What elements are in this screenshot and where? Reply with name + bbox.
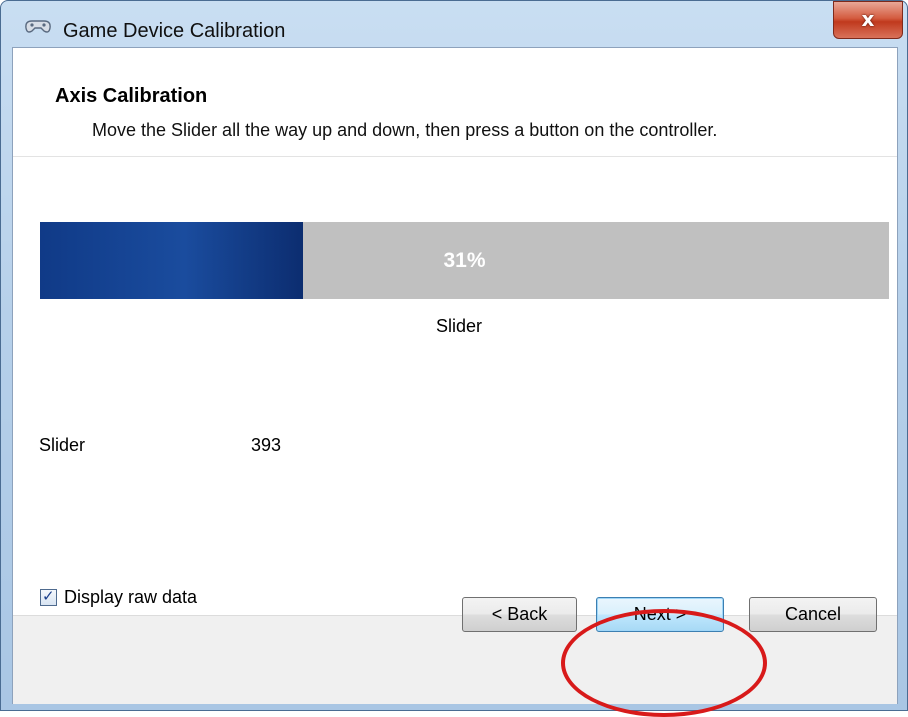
raw-data-value: 393 bbox=[251, 435, 282, 455]
checkmark-icon: ✓ bbox=[42, 587, 55, 605]
close-button[interactable]: x bbox=[833, 1, 903, 39]
calibration-progress-bar: 31% bbox=[40, 222, 889, 299]
instruction-text: Move the Slider all the way up and down,… bbox=[92, 120, 718, 140]
axis-name-label: Slider bbox=[435, 316, 483, 336]
page-title: Axis Calibration bbox=[55, 85, 208, 107]
progress-percent: 31% bbox=[443, 249, 486, 272]
title-bar[interactable]: Game Device Calibration x bbox=[1, 1, 907, 47]
wizard-header: Axis Calibration Move the Slider all the… bbox=[13, 48, 897, 157]
window-title: Game Device Calibration bbox=[63, 20, 286, 42]
close-icon: x bbox=[861, 7, 875, 31]
back-button[interactable]: < Back bbox=[462, 597, 577, 632]
display-raw-data-label[interactable]: Display raw data bbox=[64, 587, 197, 608]
display-raw-data-checkbox[interactable]: ✓ bbox=[40, 587, 57, 606]
cancel-button[interactable]: Cancel bbox=[749, 597, 877, 632]
dialog-window: Game Device Calibration x Axis Calibrati… bbox=[0, 0, 908, 717]
game-controller-icon bbox=[23, 16, 53, 36]
raw-data-label: Slider bbox=[39, 435, 86, 455]
next-button[interactable]: Next > bbox=[596, 597, 724, 632]
